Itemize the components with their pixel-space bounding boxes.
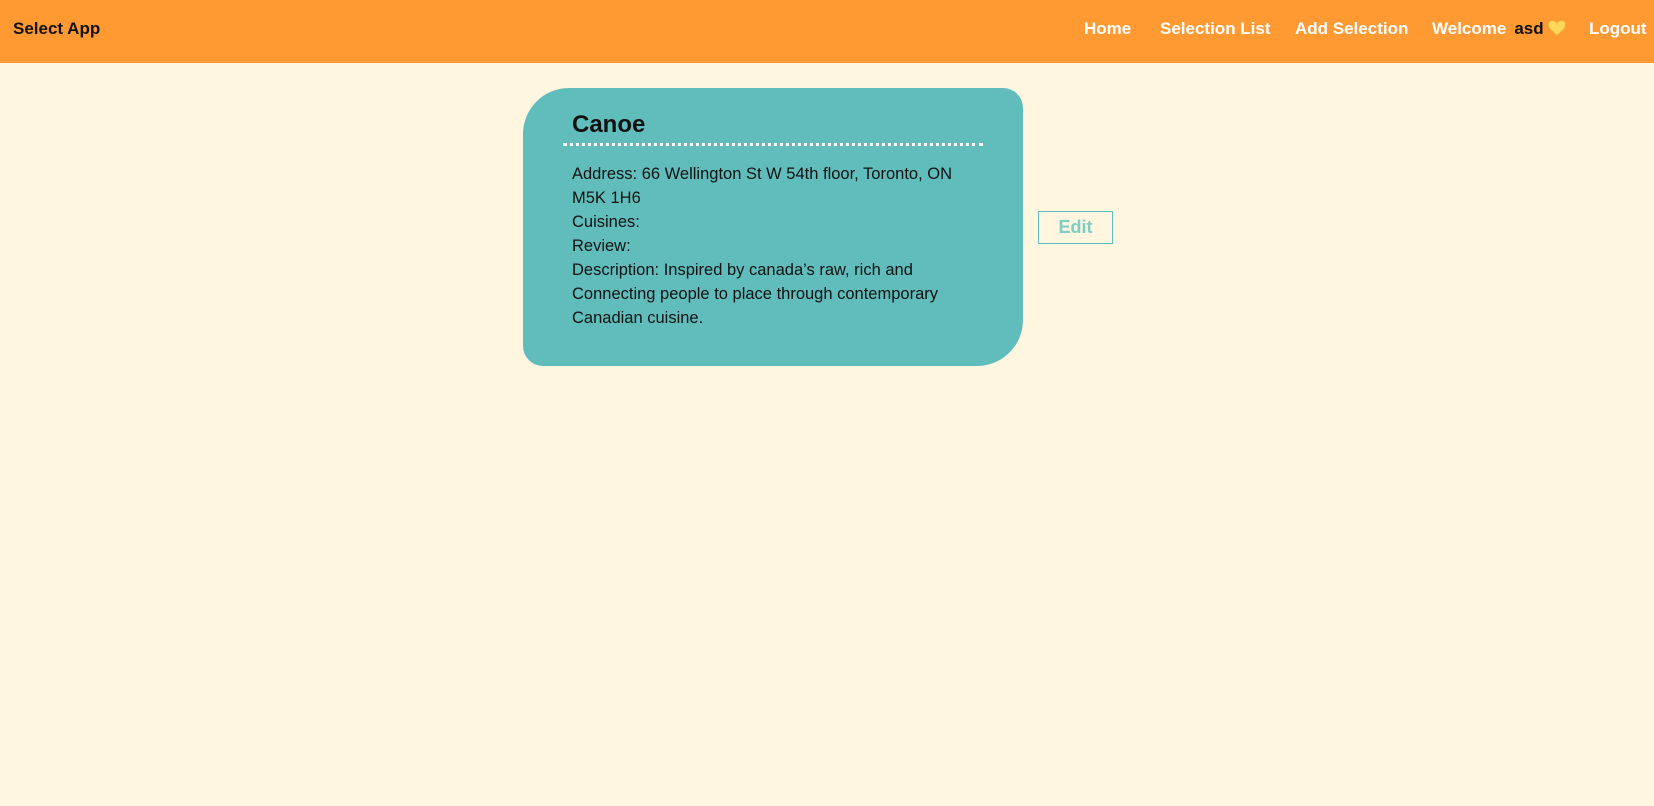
selection-description: Description: Inspired by canada’s raw, r…: [572, 261, 913, 279]
nav-link-logout[interactable]: Logout: [1589, 18, 1647, 40]
top-nav-bar: Select App Home Selection List Add Selec…: [0, 0, 1654, 63]
nav-link-add-selection[interactable]: Add Selection: [1295, 18, 1408, 40]
nav-link-selection-list[interactable]: Selection List: [1160, 18, 1271, 40]
yellow-heart-icon: [1547, 20, 1566, 36]
selection-card: Canoe Address: 66 Wellington St W 54th f…: [523, 88, 1023, 366]
title-divider: [563, 143, 983, 146]
selection-cuisines: Cuisines:: [572, 213, 640, 231]
selection-address: Address: 66 Wellington St W 54th floor, …: [572, 165, 952, 183]
selection-details: Address: 66 Wellington St W 54th floor, …: [572, 162, 972, 330]
selection-address-cont: M5K 1H6: [572, 189, 641, 207]
selection-review: Review:: [572, 237, 631, 255]
nav-link-home[interactable]: Home: [1084, 18, 1131, 40]
welcome-message: Welcome asd: [1432, 18, 1566, 40]
app-brand[interactable]: Select App: [13, 18, 100, 40]
selection-title: Canoe: [572, 111, 646, 138]
username: asd: [1514, 19, 1544, 38]
welcome-label: Welcome: [1432, 19, 1507, 38]
edit-button[interactable]: Edit: [1038, 211, 1113, 244]
selection-description-end: Canadian cuisine.: [572, 309, 704, 327]
selection-description-cont: Connecting people to place through conte…: [572, 285, 938, 303]
